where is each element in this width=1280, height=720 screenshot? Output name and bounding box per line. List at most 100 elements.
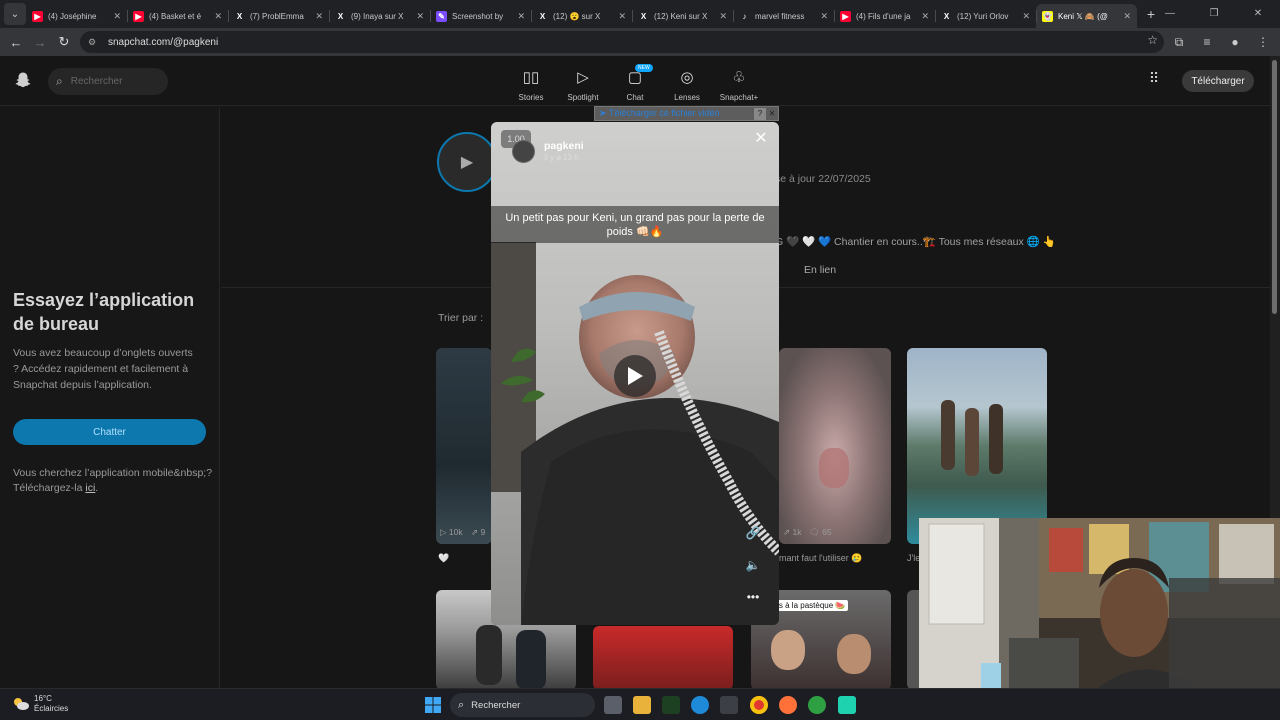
browser-tab[interactable]: X (12) Yuri Orlov ✕ [935, 4, 1036, 28]
nav-chat[interactable]: ▢ Chat NEW [609, 64, 661, 102]
browser-tab[interactable]: X (7) ProblEmma ✕ [228, 4, 329, 28]
browser-tabstrip: ⌄ ▶ (4) Joséphine ✕ ▶ (4) Basket et é ✕ X (7) P… [0, 0, 1280, 28]
close-window-icon[interactable]: ✕ [1236, 0, 1280, 28]
file-explorer-icon[interactable] [633, 696, 651, 714]
tab-close-icon[interactable]: ✕ [113, 11, 121, 22]
cloud-sun-icon [14, 698, 29, 710]
reload-icon[interactable]: ↻ [52, 34, 76, 50]
media-controls-icon[interactable]: ≡ [1198, 32, 1216, 52]
link-icon[interactable]: 🔗 [743, 526, 763, 544]
tab-close-icon[interactable]: ✕ [214, 11, 222, 22]
url-text: snapchat.com/@pagkeni [108, 36, 219, 48]
tab-close-icon[interactable]: ✕ [820, 11, 828, 22]
tab-title: marvel fitness [755, 11, 805, 21]
help-icon[interactable]: ? [754, 107, 766, 120]
nav-snapchat-[interactable]: ♧ Snapchat+ [713, 66, 765, 102]
browser-tab[interactable]: ♪ marvel fitness ✕ [733, 4, 834, 28]
task-view-icon[interactable] [604, 696, 622, 714]
nvidia-icon[interactable] [662, 696, 680, 714]
browser-tab[interactable]: ▶ (4) Basket et é ✕ [127, 4, 228, 28]
tab-en-lien[interactable]: En lien [804, 264, 836, 276]
windows-taskbar: 16°C Éclaircies ⌕ Rechercher [0, 688, 1280, 720]
tab-close-icon[interactable]: ✕ [1022, 11, 1030, 22]
last-update-text: se à jour 22/07/2025 [775, 173, 871, 185]
stories-icon: ▯▯ [522, 69, 540, 86]
tab-close-icon[interactable]: ✕ [921, 11, 929, 22]
tab-close-icon[interactable]: ✕ [517, 11, 525, 22]
spotlight-card[interactable] [779, 348, 891, 544]
chatter-button[interactable]: Chatter [13, 419, 206, 445]
tab-close-icon[interactable]: ✕ [1123, 11, 1131, 22]
download-video-bar[interactable]: ➤ Télécharger ce fichier vidéo ? ✕ [594, 106, 779, 121]
tab-title: (4) Joséphine [48, 11, 97, 21]
tab-title: (4) Basket et é [149, 11, 202, 21]
card-shares: ⇗ 9 [471, 527, 486, 537]
apps-grid-icon[interactable]: ⠿ [1144, 70, 1164, 90]
browser-tab[interactable]: ▶ (4) Joséphine ✕ [26, 4, 127, 28]
tab-title: (7) ProblEmma [250, 11, 304, 21]
profile-story-avatar[interactable]: ▶ [437, 132, 497, 192]
spotlight-card[interactable] [907, 348, 1047, 544]
nav-lenses[interactable]: ◎ Lenses [661, 66, 713, 102]
edge-icon[interactable] [691, 696, 709, 714]
card-thumb-shape [516, 630, 546, 688]
back-arrow-icon[interactable]: ← [4, 35, 28, 50]
avatar[interactable] [512, 140, 535, 163]
close-icon[interactable]: ✕ [752, 130, 770, 148]
x-icon: X [234, 10, 245, 22]
firefox-icon[interactable] [779, 696, 797, 714]
minimize-icon[interactable]: — [1148, 0, 1192, 28]
windows-start-icon[interactable] [425, 697, 441, 713]
profile-icon[interactable]: ● [1226, 32, 1244, 52]
store-icon[interactable] [720, 696, 738, 714]
extensions-icon[interactable]: ⧉ [1170, 32, 1188, 52]
story-username[interactable]: pagkeni [544, 140, 584, 152]
weather-widget[interactable]: 16°C Éclaircies [12, 694, 68, 714]
tab-close-icon[interactable]: ✕ [416, 11, 424, 22]
tab-close-icon[interactable]: ✕ [315, 11, 323, 22]
restore-icon[interactable]: ❐ [1192, 0, 1236, 28]
tab-search-button[interactable]: ⌄ [4, 3, 26, 25]
address-bar[interactable]: ⚙ snapchat.com/@pagkeni ☆ [80, 31, 1164, 53]
spotlight-card[interactable] [593, 626, 733, 688]
play-button[interactable] [614, 355, 656, 397]
spotlight-card[interactable] [436, 348, 492, 544]
tab-title: (12) 😮 sur X [553, 11, 601, 21]
browser-tab[interactable]: X (9) Inaya sur X ✕ [329, 4, 430, 28]
app-icon[interactable] [808, 696, 826, 714]
search-icon: ⌕ [56, 74, 63, 88]
forward-arrow-icon[interactable]: → [28, 35, 52, 50]
nav-label: Chat [626, 93, 644, 102]
browser-tab[interactable]: ✎ Screenshot by ✕ [430, 4, 531, 28]
browser-tab[interactable]: X (12) Keni sur X ✕ [632, 4, 733, 28]
tab-title: (12) Keni sur X [654, 11, 708, 21]
tab-close-icon[interactable]: ✕ [719, 11, 727, 22]
volume-icon[interactable]: 🔈 [743, 558, 763, 576]
scrollbar-thumb[interactable] [1272, 60, 1277, 314]
weather-temp: 16°C [34, 694, 52, 703]
tiktok-icon: ♪ [739, 10, 750, 22]
download-button[interactable]: Télécharger [1182, 70, 1254, 92]
site-info-icon[interactable]: ⚙ [88, 37, 100, 48]
snapchat-ghost-icon[interactable] [14, 71, 32, 89]
taskbar-search[interactable]: ⌕ Rechercher [450, 693, 595, 717]
card-thumb-shape [965, 408, 979, 476]
nav-stories[interactable]: ▯▯ Stories [505, 66, 557, 102]
youtube-icon: ▶ [840, 10, 851, 22]
mobile-app-link[interactable]: ici [85, 482, 95, 494]
browser-tab[interactable]: ▶ (4) Fils d'une ja ✕ [834, 4, 935, 28]
card-comments: 🗨 65 [809, 527, 832, 537]
game-app-icon[interactable] [838, 696, 856, 714]
main-nav: ▯▯ Stories ▷ Spotlight ▢ Chat NEW ◎ Lenses ♧ Snapc… [505, 64, 765, 102]
menu-dots-icon[interactable]: ⋮ [1254, 32, 1272, 52]
browser-tab[interactable]: 👻 Keni 𝕏 🙈 (@ ✕ [1036, 4, 1137, 28]
tab-close-icon[interactable]: ✕ [618, 11, 626, 22]
nav-spotlight[interactable]: ▷ Spotlight [557, 66, 609, 102]
snap-search-input[interactable]: ⌕ Rechercher [48, 68, 168, 95]
chrome-icon[interactable] [750, 696, 768, 714]
close-bar-icon[interactable]: ✕ [766, 108, 778, 120]
browser-tab[interactable]: X (12) 😮 sur X ✕ [531, 4, 632, 28]
bookmark-star-icon[interactable]: ☆ [1147, 33, 1158, 47]
more-options-icon[interactable]: ••• [743, 590, 763, 608]
story-modal: 1.00 pagkeni Il y a 13 h ✕ Un petit pas … [491, 122, 779, 625]
